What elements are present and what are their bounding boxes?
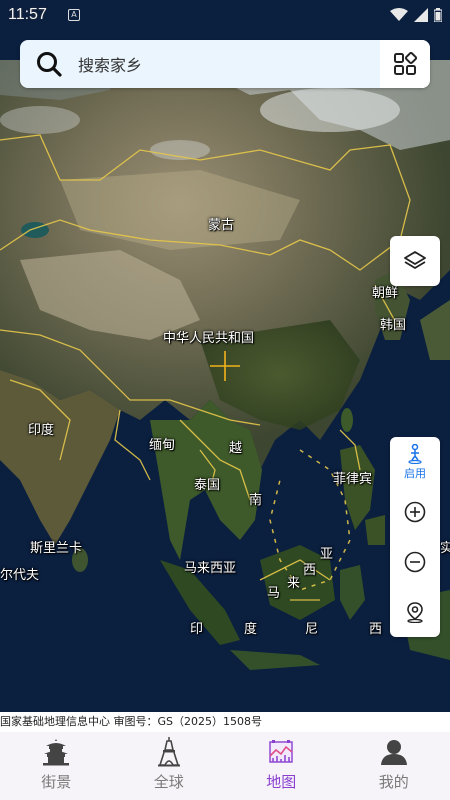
map-label-thailand: 泰国 [194,478,221,493]
map-attribution: 国家基础地理信息中心 审图号：GS（2025）1508号 [0,712,450,732]
search-bar[interactable]: 搜索家乡 [20,40,430,88]
map-label-indonesia-yin: 印 [190,622,204,637]
map-label-vietnam-b: 南 [249,493,263,508]
bottom-nav: 街景 全球 地图 我的 [0,732,450,800]
map-tool-column: 启用 [390,437,440,637]
enable-label: 启用 [404,466,426,480]
layers-icon [404,251,426,269]
map-label-china: 中华人民共和国 [163,331,255,346]
nav-label-mine: 我的 [378,773,409,791]
map-label-maldives: 尔代夫 [0,568,40,583]
temple-icon [40,736,72,768]
zoom-out-button[interactable] [390,537,440,587]
map-label-malaysia-ya: 亚 [320,547,334,562]
search-input[interactable]: 搜索家乡 [78,52,380,76]
locate-button[interactable] [390,587,440,637]
user-icon [378,736,410,768]
status-bar: 11:57 A [0,0,450,32]
map-label-vietnam: 越 [229,441,243,456]
map-label-indonesia-du: 度 [244,622,258,637]
map-label-malaysia-ma: 马 [267,586,281,601]
map-label-philippines: 菲律宾 [333,472,373,487]
map-label-sri-lanka: 斯里兰卡 [30,541,83,556]
enable-button[interactable]: 启用 [390,437,440,487]
tower-icon [153,736,185,768]
map-label-india: 印度 [28,423,55,438]
map-label-myanmar: 缅甸 [149,438,176,453]
layers-button[interactable] [390,236,440,286]
zoom-in-icon [404,501,426,523]
map-label-malaysia-lai: 来 [287,576,301,591]
satellite-map[interactable]: 蒙古 中华人民共和国 朝鲜 韩国 印度 缅甸 越 南 泰国 菲律宾 斯里兰卡 尔… [0,0,450,712]
nav-item-global[interactable]: 全球 [113,732,226,800]
nav-item-mine[interactable]: 我的 [338,732,450,800]
nav-label-street-view: 街景 [41,773,72,791]
status-time: 11:57 [8,6,47,23]
map-label-south-korea: 韩国 [380,318,407,333]
apps-grid-button[interactable] [380,40,430,88]
nav-label-global: 全球 [153,773,184,791]
map-terrain [0,0,450,712]
nav-item-map[interactable]: 地图 [225,732,338,800]
signal-icon [414,8,428,22]
nav-item-street-view[interactable]: 街景 [0,732,113,800]
battery-icon [434,8,442,22]
wifi-icon [390,8,408,21]
map-label-malaysia-xi: 西 [303,563,317,578]
person-walk-icon [408,443,422,464]
map-label-indonesia-ni: 尼 [305,622,319,637]
map-label-indonesia-xi: 西 [369,622,383,637]
location-pin-icon [407,602,423,623]
search-icon[interactable] [20,40,78,88]
apps-grid-icon [394,52,417,75]
map-label-right-edge: 实 [440,541,450,556]
nav-label-map: 地图 [266,773,297,791]
zoom-in-button[interactable] [390,487,440,537]
map-label-malaysia: 马来西亚 [184,561,237,576]
zoom-out-icon [404,551,426,573]
map-label-mongolia: 蒙古 [208,218,235,233]
map-chart-icon [265,736,297,768]
notification-icon: A [68,9,80,21]
